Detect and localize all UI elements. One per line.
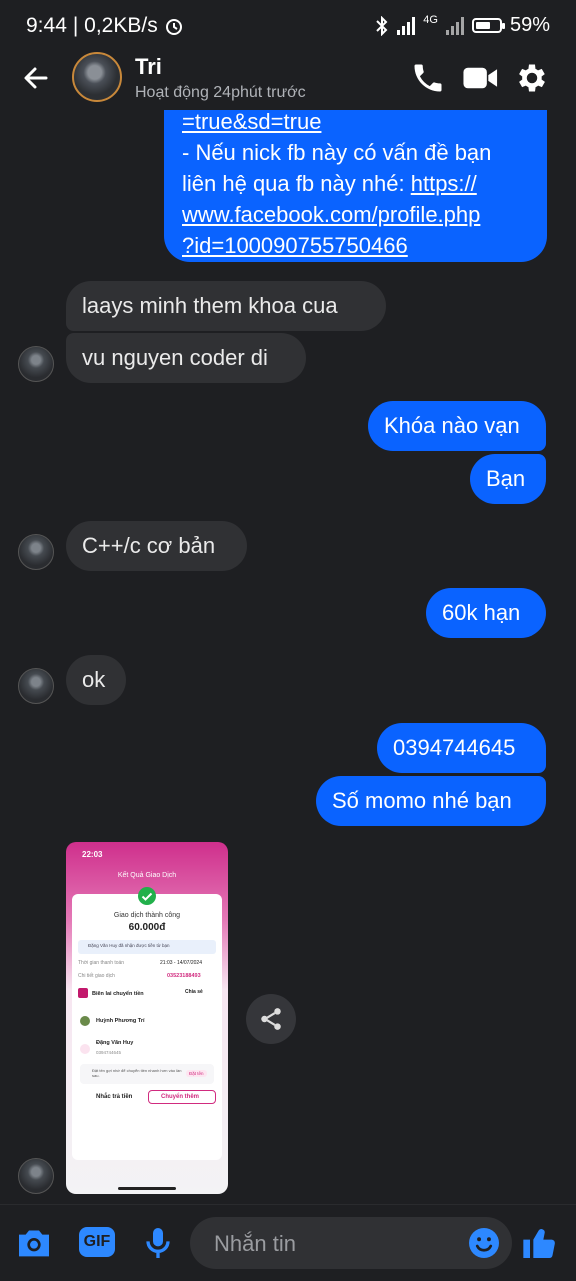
- incoming-message[interactable]: ok: [66, 655, 126, 705]
- message-partial-line: =true&sd=true: [182, 109, 322, 134]
- shot-detail-label: Chi tiết giao dịch: [78, 973, 115, 979]
- image-attachment[interactable]: 22:03 Kết Quả Giao Dịch Giao dịch thành …: [66, 842, 228, 1194]
- bluetooth-icon: [376, 15, 388, 36]
- outgoing-message[interactable]: Bạn: [470, 454, 546, 504]
- shot-hint: Đặt tên gợi nhớ để chuyển tiền nhanh hơn…: [92, 1068, 182, 1078]
- status-left: 9:44 | 0,2KB/s: [26, 14, 184, 38]
- shot-time: 22:03: [82, 850, 103, 859]
- status-time: 9:44: [26, 14, 67, 37]
- signal-icon: [397, 16, 416, 35]
- profile-link-part1[interactable]: https://: [411, 171, 477, 196]
- shot-time-value: 21:03 - 14/07/2024: [160, 960, 202, 966]
- contact-avatar-small: [18, 668, 54, 704]
- alarm-icon: [165, 19, 182, 35]
- shot-title: Kết Quả Giao Dịch: [117, 872, 177, 879]
- battery-icon: [471, 18, 505, 33]
- shot-amount: 60.000đ: [128, 922, 166, 933]
- gif-label: GIF: [83, 1233, 111, 1250]
- check-circle-icon: [138, 887, 156, 905]
- gif-icon[interactable]: GIF: [78, 1223, 118, 1263]
- contact-activity: Hoạt động 24phút trước: [135, 84, 306, 101]
- video-icon[interactable]: [462, 60, 502, 100]
- incoming-message[interactable]: C++/c cơ bản: [66, 521, 247, 571]
- message-line-with-link: liên hệ qua fb này nhé: https://: [182, 171, 477, 196]
- share-icon[interactable]: [246, 994, 296, 1044]
- back-arrow-icon[interactable]: [18, 62, 54, 98]
- outgoing-message[interactable]: Khóa nào vạn: [368, 401, 546, 451]
- shot-card: Giao dịch thành công 60.000đ Đặng Văn Hu…: [72, 887, 222, 1160]
- shot-sender: Huỳnh Phương Trí: [96, 1018, 145, 1024]
- shot-time-label: Thời gian thanh toán: [78, 960, 125, 966]
- status-speed: | 0,2KB/s: [72, 14, 158, 37]
- status-right: 4G 59%: [375, 14, 550, 37]
- network-type: 4G: [423, 13, 438, 26]
- thumbs-up-icon[interactable]: [520, 1223, 560, 1263]
- home-indicator: [118, 1187, 176, 1190]
- shot-detail-value: 03523188493: [167, 973, 201, 979]
- emoji-icon[interactable]: [466, 1225, 502, 1261]
- microphone-icon[interactable]: [138, 1223, 178, 1263]
- signal-icon-2: [445, 16, 464, 35]
- battery-level: 59%: [509, 14, 550, 36]
- profile-link-part3[interactable]: ?id=100090755750466: [182, 233, 408, 258]
- shot-notice-box: Đặng Văn Huy đã nhận được tiền từ bạn: [78, 940, 216, 954]
- incoming-message[interactable]: vu nguyen coder di: [66, 333, 306, 383]
- outgoing-message-link[interactable]: =true&sd=true - Nếu nick fb này có vấn đ…: [164, 108, 547, 262]
- message-line: - Nếu nick fb này có vấn đề bạn: [182, 140, 492, 165]
- sender-avatar: [80, 1016, 90, 1026]
- momo-logo: [78, 988, 88, 998]
- outgoing-message[interactable]: 60k hạn: [426, 588, 546, 638]
- shot-share: Chia sẻ: [185, 989, 203, 995]
- shot-btn-more: Chuyển thêm: [161, 1094, 200, 1100]
- contact-avatar-small: [18, 346, 54, 382]
- chat-header: Tri Hoạt động 24phút trước: [0, 52, 576, 110]
- shot-notice: Đặng Văn Huy đã nhận được tiền từ bạn: [88, 943, 170, 948]
- profile-link-part2[interactable]: www.facebook.com/profile.php: [182, 202, 480, 227]
- shot-receiver-phone: 0394744645: [96, 1050, 122, 1055]
- shot-hint-box: Đặt tên gợi nhớ để chuyển tiền nhanh hơn…: [80, 1064, 214, 1084]
- shot-status: Giao dịch thành công: [113, 912, 181, 919]
- shot-hint-button: Đặt tên: [186, 1070, 207, 1077]
- composer-bar: GIF: [0, 1204, 576, 1281]
- shot-btn-more-frame: Chuyển thêm: [148, 1090, 216, 1104]
- message-input[interactable]: [212, 1217, 456, 1271]
- outgoing-message[interactable]: 0394744645: [377, 723, 546, 773]
- receiver-avatar: [80, 1044, 90, 1054]
- incoming-message[interactable]: laays minh them khoa cua: [66, 281, 386, 331]
- shot-receipt: Biên lai chuyển tiền: [92, 991, 144, 997]
- contact-avatar-small: [18, 1158, 54, 1194]
- contact-avatar-small: [18, 534, 54, 570]
- gear-icon[interactable]: [514, 60, 554, 100]
- phone-icon[interactable]: [410, 60, 450, 100]
- contact-avatar[interactable]: [72, 52, 122, 102]
- outgoing-message[interactable]: Số momo nhé bạn: [316, 776, 546, 826]
- contact-name[interactable]: Tri: [135, 54, 162, 80]
- shot-receiver: Đặng Văn Huy: [96, 1040, 134, 1046]
- message-input-pill[interactable]: [190, 1217, 512, 1271]
- camera-icon[interactable]: [14, 1223, 54, 1263]
- shot-btn-remind: Nhắc trả tiền: [96, 1094, 133, 1100]
- status-bar: 9:44 | 0,2KB/s 4G 59%: [0, 0, 576, 52]
